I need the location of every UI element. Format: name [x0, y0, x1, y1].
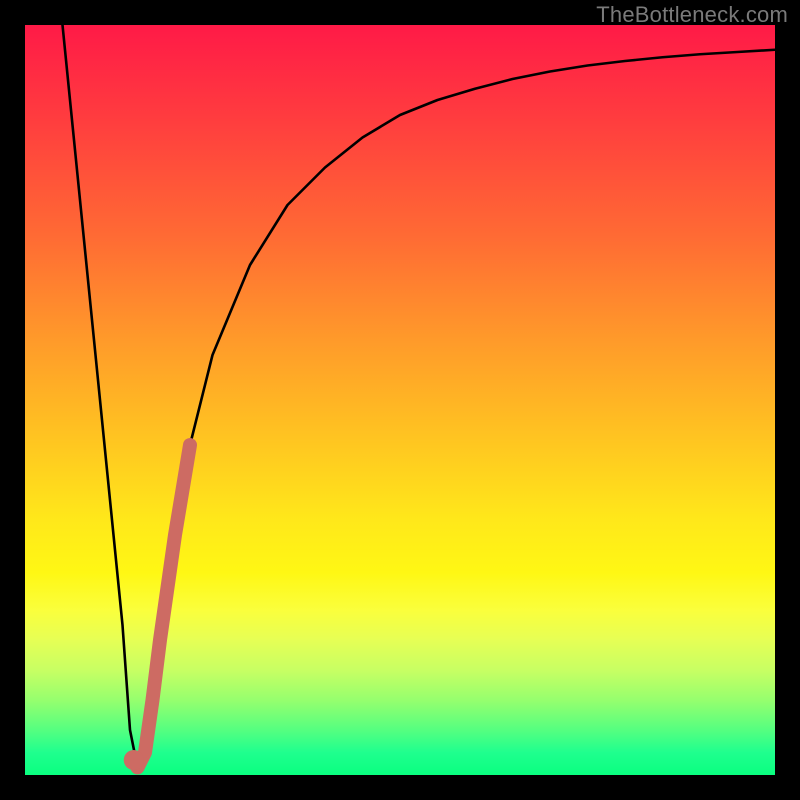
- bottleneck-curve: [63, 25, 776, 768]
- chart-svg: [25, 25, 775, 775]
- highlight-dot: [124, 750, 144, 770]
- plot-area: [25, 25, 775, 775]
- highlight-segment: [134, 445, 190, 768]
- chart-frame: TheBottleneck.com: [0, 0, 800, 800]
